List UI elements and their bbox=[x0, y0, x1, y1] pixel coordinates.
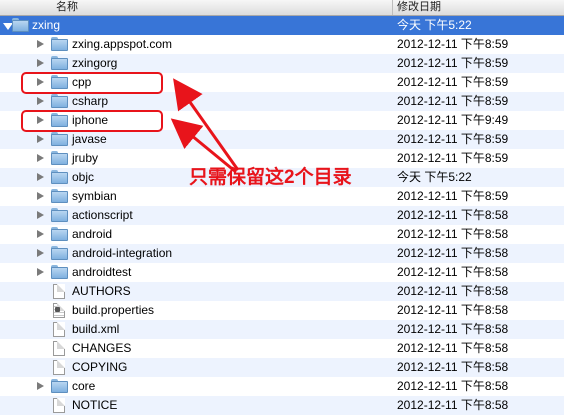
annotation-arrows bbox=[170, 78, 240, 174]
arrow-to-cpp bbox=[173, 78, 240, 171]
annotation-label: 只需保留这2个目录 bbox=[189, 167, 352, 188]
